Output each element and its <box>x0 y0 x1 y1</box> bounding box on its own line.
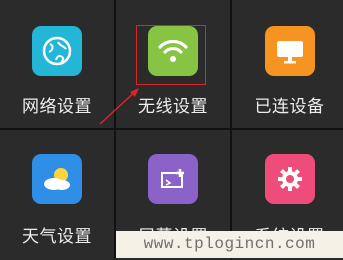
gear-icon <box>264 154 315 204</box>
monitor-icon <box>264 26 315 76</box>
annotation-arrow <box>99 88 139 125</box>
screen-edit-icon <box>148 154 198 204</box>
weather-icon <box>32 154 82 204</box>
watermark: www.tplogincn.com <box>116 231 343 258</box>
tile-label: 天气设置 <box>22 227 92 247</box>
highlight-box <box>136 25 206 85</box>
tile-connected-devices[interactable]: 已连设备 <box>232 0 343 128</box>
tile-label: 已连设备 <box>254 97 325 117</box>
globe-icon <box>32 26 82 76</box>
tile-weather-settings[interactable]: 天气设置 <box>0 130 114 260</box>
